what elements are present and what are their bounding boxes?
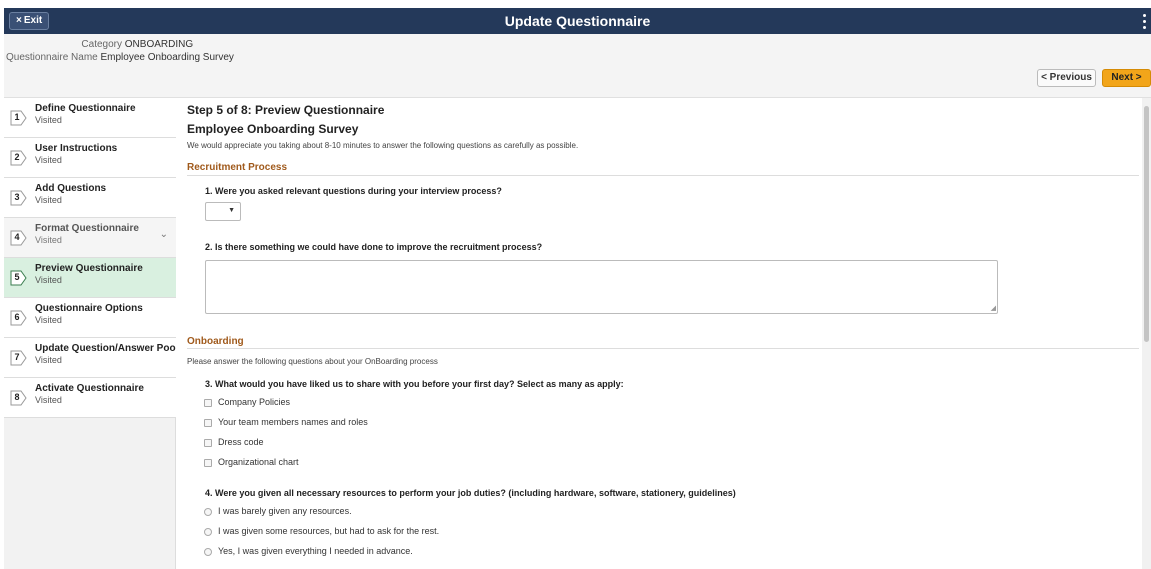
step-badge-icon: 5 [10, 270, 28, 286]
category-row: Category ONBOARDING [4, 39, 193, 50]
section-description-onboarding: Please answer the following questions ab… [187, 357, 438, 366]
questionnaire-header: Category ONBOARDING Questionnaire Name E… [4, 34, 1151, 98]
step-title: Format Questionnaire [35, 223, 139, 234]
survey-intro: We would appreciate you taking about 8-1… [187, 141, 579, 150]
main-scrollbar[interactable] [1142, 98, 1151, 569]
step-title: Add Questions [35, 183, 107, 194]
radio-icon[interactable] [204, 528, 212, 536]
checkbox-icon[interactable] [204, 419, 212, 427]
chevron-down-icon[interactable]: ⌄ [160, 229, 168, 240]
step-badge-icon: 2 [10, 150, 28, 166]
section-divider [187, 175, 1139, 176]
sidebar-step-format-questionnaire[interactable]: 4 Format Questionnaire Visited ⌄ [4, 218, 176, 258]
step-badge-icon: 3 [10, 190, 28, 206]
sidebar-step-preview-questionnaire[interactable]: 5 Preview Questionnaire Visited [4, 258, 176, 298]
step-status: Visited [35, 275, 62, 285]
questionnaire-name-label: Questionnaire Name [6, 52, 98, 63]
step-title: Preview Questionnaire [35, 263, 143, 274]
checkbox-icon[interactable] [204, 459, 212, 467]
checkbox-icon[interactable] [204, 399, 212, 407]
step-title: Questionnaire Options [35, 303, 143, 314]
step-badge-icon: 4 [10, 230, 28, 246]
step-heading: Step 5 of 8: Preview Questionnaire [187, 103, 385, 117]
page-title: Update Questionnaire [504, 13, 651, 29]
sidebar-step-user-instructions[interactable]: 2 User Instructions Visited [4, 138, 176, 178]
step-status: Visited [35, 195, 62, 205]
sidebar-step-update-question-answer-pool[interactable]: 7 Update Question/Answer Pool Visited [4, 338, 179, 378]
dropdown-caret-icon: ▼ [228, 207, 235, 214]
section-title-recruitment: Recruitment Process [187, 162, 288, 173]
question-4: 4. Were you given all necessary resource… [205, 488, 736, 498]
step-title: Activate Questionnaire [35, 383, 144, 394]
questionnaire-name-value: Employee Onboarding Survey [100, 52, 234, 63]
questionnaire-name-row: Questionnaire Name Employee Onboarding S… [6, 52, 234, 63]
question-3: 3. What would you have liked us to share… [205, 379, 624, 389]
category-value: ONBOARDING [124, 39, 194, 50]
sidebar-step-add-questions[interactable]: 3 Add Questions Visited [4, 178, 176, 218]
title-bar: × Exit Update Questionnaire [4, 8, 1151, 34]
section-divider [187, 348, 1139, 349]
step-badge-icon: 6 [10, 310, 28, 326]
step-status: Visited [35, 115, 62, 125]
resize-grip-icon[interactable]: ◢ [991, 304, 996, 312]
step-title: Define Questionnaire [35, 103, 136, 114]
step-status: Visited [35, 315, 62, 325]
radio-icon[interactable] [204, 548, 212, 556]
step-title: Update Question/Answer Pool [35, 343, 179, 354]
preview-panel: Step 5 of 8: Preview Questionnaire Emplo… [176, 98, 1142, 569]
step-status: Visited [35, 395, 62, 405]
sidebar-step-questionnaire-options[interactable]: 6 Questionnaire Options Visited [4, 298, 176, 338]
question-1: 1. Were you asked relevant questions dur… [205, 186, 502, 196]
scrollbar-thumb[interactable] [1144, 106, 1149, 342]
question-1-dropdown[interactable]: ▼ [205, 202, 241, 221]
radio-icon[interactable] [204, 508, 212, 516]
next-button[interactable]: Next > [1102, 69, 1151, 87]
sidebar-step-define-questionnaire[interactable]: 1 Define Questionnaire Visited [4, 98, 176, 138]
survey-title: Employee Onboarding Survey [187, 122, 359, 136]
steps-sidebar: 1 Define Questionnaire Visited 2 User In… [4, 98, 179, 569]
step-title: User Instructions [35, 143, 118, 154]
step-badge-icon: 1 [10, 110, 28, 126]
question-2-textarea[interactable]: ◢ [205, 260, 998, 314]
section-title-onboarding: Onboarding [187, 336, 244, 347]
category-label: Category [81, 39, 122, 50]
step-status: Visited [35, 355, 62, 365]
question-2: 2. Is there something we could have done… [205, 242, 543, 252]
top-border [0, 0, 1151, 8]
step-badge-icon: 8 [10, 390, 28, 406]
actions-menu-icon[interactable] [1141, 12, 1147, 30]
sidebar-step-activate-questionnaire[interactable]: 8 Activate Questionnaire Visited [4, 378, 176, 418]
step-badge-icon: 7 [10, 350, 28, 366]
step-status: Visited [35, 235, 62, 245]
previous-button[interactable]: < Previous [1037, 69, 1096, 87]
checkbox-icon[interactable] [204, 439, 212, 447]
step-status: Visited [35, 155, 62, 165]
